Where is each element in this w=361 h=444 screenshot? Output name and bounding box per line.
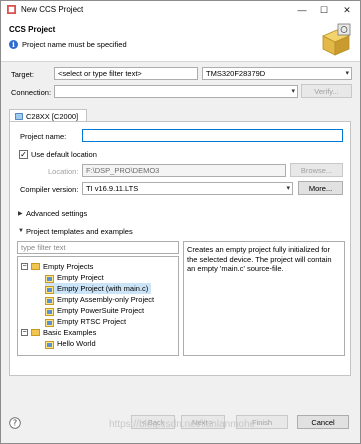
tree-item-label: Basic Examples: [43, 328, 97, 337]
compiler-version-select[interactable]: TI v16.9.11.LTS ▾: [82, 182, 293, 195]
template-description: Creates an empty project fully initializ…: [183, 241, 345, 356]
cancel-button[interactable]: Cancel: [297, 415, 349, 429]
chevron-down-icon: ▾: [291, 88, 295, 95]
chip-icon: [15, 112, 23, 120]
location-input[interactable]: F:\DSP_PRO\DEMO3: [82, 164, 286, 177]
browse-button[interactable]: Browse...: [290, 163, 343, 177]
advanced-settings-toggle[interactable]: Advanced settings: [26, 209, 87, 218]
template-tree: − Empty Projects Empty Project Empty Pro…: [17, 256, 179, 356]
compiler-version-label: Compiler version:: [20, 185, 79, 194]
wizard-footer: ? < Back Next > Finish Cancel: [1, 381, 360, 443]
collapse-arrow-icon[interactable]: ▼: [18, 228, 24, 234]
tree-item-empty-powersuite-project[interactable]: Empty PowerSuite Project: [45, 305, 144, 316]
connection-select[interactable]: ▾: [54, 85, 298, 98]
tree-item-label: Empty Assembly-only Project: [57, 295, 155, 304]
maximize-button[interactable]: ☐: [313, 1, 335, 19]
more-button-label: More...: [308, 183, 333, 193]
expand-arrow-icon[interactable]: ▶: [18, 210, 23, 217]
project-icon: [45, 274, 54, 283]
target-filter-text: <select or type filter text>: [58, 69, 142, 78]
tree-item-empty-rtsc-project[interactable]: Empty RTSC Project: [45, 316, 126, 327]
browse-button-label: Browse...: [300, 165, 333, 175]
tab-c28xx-label: C28XX [C2000]: [26, 111, 79, 121]
cancel-button-label: Cancel: [311, 417, 335, 427]
connection-label: Connection:: [11, 88, 52, 97]
collapse-icon[interactable]: −: [21, 329, 28, 336]
tree-item-basic-examples[interactable]: − Basic Examples: [21, 327, 96, 338]
wizard-title: CCS Project: [9, 25, 56, 34]
location-label: Location:: [48, 167, 79, 176]
folder-icon: [31, 263, 40, 270]
tree-item-label: Empty PowerSuite Project: [57, 306, 145, 315]
tree-item-hello-world[interactable]: Hello World: [45, 338, 96, 349]
wizard-message: i Project name must be specified: [9, 40, 127, 49]
project-icon: [45, 340, 54, 349]
target-device-select[interactable]: TMS320F28379D ▾: [202, 67, 352, 80]
more-button[interactable]: More...: [298, 181, 343, 195]
help-icon[interactable]: ?: [9, 417, 21, 429]
collapse-icon[interactable]: −: [21, 263, 28, 270]
watermark: https://blog.csdn.net/lianlanmohe: [109, 419, 256, 430]
window-title: New CCS Project: [21, 5, 84, 14]
new-project-banner-icon: [322, 23, 351, 56]
project-name-input[interactable]: [82, 129, 343, 142]
folder-icon: [31, 329, 40, 336]
tree-item-label: Empty Project (with main.c): [57, 284, 149, 293]
verify-button[interactable]: Verify...: [301, 84, 352, 98]
project-name-label: Project name:: [20, 132, 67, 141]
tree-item-empty-assembly-project[interactable]: Empty Assembly-only Project: [45, 294, 154, 305]
tree-item-label: Empty RTSC Project: [57, 317, 127, 326]
template-filter-input[interactable]: type filter text: [17, 241, 179, 254]
info-icon: i: [9, 40, 18, 49]
project-icon: [45, 318, 54, 327]
ccs-app-icon: [7, 5, 16, 14]
project-icon: [45, 296, 54, 305]
minimize-icon: —: [297, 5, 307, 15]
svg-text:?: ?: [13, 419, 17, 428]
tree-item-label: Hello World: [57, 339, 96, 348]
new-ccs-project-dialog: New CCS Project — ☐ ✕ CCS Project i Proj…: [0, 0, 361, 444]
project-templates-toggle[interactable]: Project templates and examples: [26, 227, 133, 236]
location-value: F:\DSP_PRO\DEMO3: [86, 166, 160, 175]
tree-item-label: Empty Projects: [43, 262, 94, 271]
maximize-icon: ☐: [319, 4, 329, 15]
use-default-location-checkbox[interactable]: ✓: [19, 150, 28, 159]
close-button[interactable]: ✕: [336, 1, 358, 19]
wizard-message-text: Project name must be specified: [22, 40, 127, 49]
tree-item-empty-project[interactable]: Empty Project: [45, 272, 104, 283]
title-bar: New CCS Project — ☐ ✕: [1, 1, 360, 19]
target-label: Target:: [11, 70, 34, 79]
compiler-version-value: TI v16.9.11.LTS: [86, 184, 139, 193]
chevron-down-icon: ▾: [286, 185, 290, 192]
minimize-button[interactable]: —: [291, 1, 313, 19]
project-icon: [45, 285, 54, 294]
target-filter-input[interactable]: <select or type filter text>: [54, 67, 198, 80]
target-device-value: TMS320F28379D: [206, 69, 266, 78]
tree-item-label: Empty Project: [57, 273, 104, 282]
chevron-down-icon: ▾: [345, 70, 349, 77]
project-icon: [45, 307, 54, 316]
close-icon: ✕: [343, 4, 351, 15]
use-default-location-label: Use default location: [31, 150, 97, 159]
tree-item-empty-projects[interactable]: − Empty Projects: [21, 261, 93, 272]
tree-item-empty-project-main-c[interactable]: Empty Project (with main.c): [45, 283, 152, 294]
template-filter-placeholder: type filter text: [21, 243, 66, 252]
wizard-header: CCS Project i Project name must be speci…: [1, 19, 360, 62]
verify-button-label: Verify...: [314, 86, 339, 96]
